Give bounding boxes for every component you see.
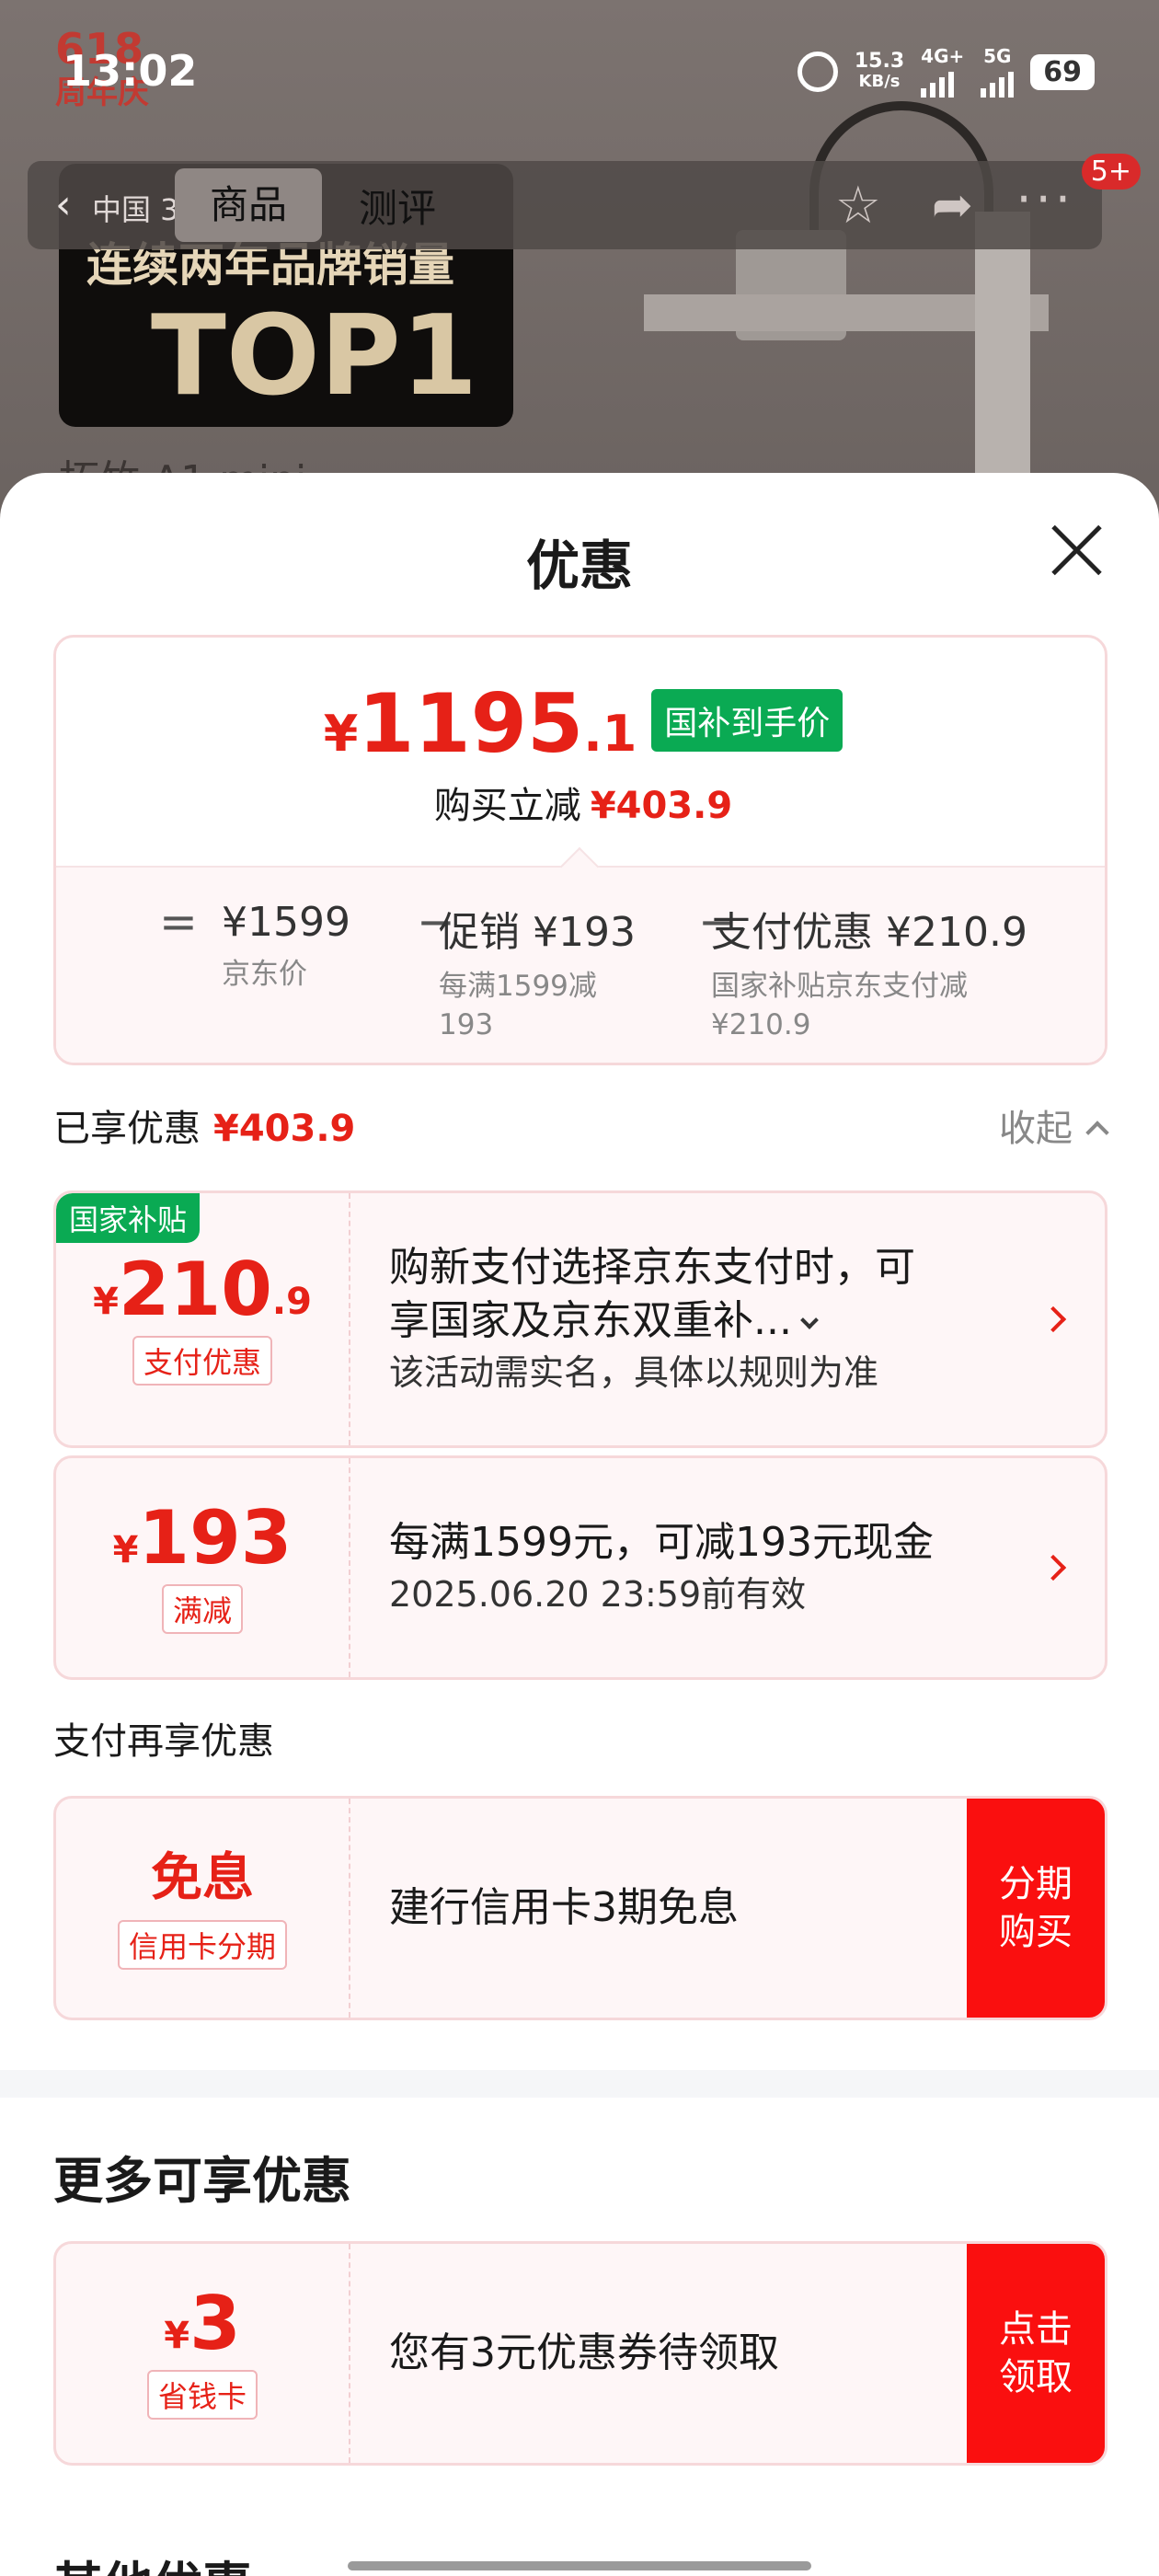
signal-bars-icon bbox=[921, 66, 964, 98]
equals-sign: = bbox=[159, 895, 198, 949]
tab-goods[interactable]: 商品 bbox=[175, 168, 322, 242]
subsidy-price-tag: 国补到手价 bbox=[651, 689, 843, 752]
coupon-amount: ¥ 193 bbox=[112, 1495, 293, 1581]
final-price: ¥ 1195 .1 bbox=[323, 676, 637, 771]
save-card-offer[interactable]: ¥ 3 省钱卡 您有3元优惠券待领取 点击 领取 bbox=[53, 2241, 1107, 2466]
home-indicator[interactable] bbox=[348, 2561, 811, 2570]
close-icon[interactable] bbox=[1047, 521, 1106, 580]
interest-free-title: 免息 bbox=[151, 1848, 254, 1908]
back-icon[interactable]: ‹ bbox=[55, 181, 72, 228]
network-5g: 5G bbox=[981, 46, 1015, 98]
price-breakdown: = ¥1599 京东价 − 促销 ¥193 每满1599减 193 − 支付优惠 … bbox=[56, 846, 1105, 1063]
chevron-right-icon[interactable] bbox=[1039, 1554, 1067, 1581]
promo-item: 促销 ¥193 每满1599减 193 bbox=[439, 909, 636, 1041]
battery-indicator: 69 bbox=[1030, 53, 1095, 90]
status-bar: 13:02 15.3 KB/s 4G+ 5G 69 bbox=[0, 0, 1159, 138]
chevron-right-icon[interactable] bbox=[1039, 1305, 1067, 1333]
breadcrumb: 中国 3 bbox=[92, 192, 179, 227]
share-icon[interactable]: ➦ bbox=[932, 176, 973, 234]
pay-more-label: 支付再享优惠 bbox=[53, 1720, 274, 1763]
chevron-up-icon bbox=[1085, 1121, 1109, 1144]
product-image[interactable] bbox=[589, 101, 1104, 488]
installment-buy-button[interactable]: 分期 购买 bbox=[967, 1799, 1105, 2018]
network-4g: 4G+ bbox=[921, 46, 964, 98]
favorite-star-icon[interactable]: ☆ bbox=[835, 176, 881, 236]
jd-price-item: ¥1599 京东价 bbox=[222, 899, 350, 991]
save-card-tag: 省钱卡 bbox=[146, 2370, 258, 2420]
save-card-description: 您有3元优惠券待领取 bbox=[389, 2329, 779, 2376]
coupon-description: 每满1599元，可减193元现金 bbox=[389, 1519, 934, 1566]
coupon-type-tag: 支付优惠 bbox=[132, 1336, 272, 1386]
more-offers-title: 更多可享优惠 bbox=[53, 2152, 351, 2210]
top-navbar: ‹ 中国 3 商品 测评 ☆ ➦ ··· 5+ bbox=[28, 154, 1141, 249]
national-subsidy-ribbon: 国家补贴 bbox=[56, 1193, 201, 1243]
chevron-down-icon[interactable] bbox=[800, 1311, 819, 1329]
instant-discount: 购买立减 ¥403.9 bbox=[433, 785, 733, 827]
signal-bars-icon bbox=[981, 66, 1015, 98]
coupon-description: 购新支付选择京东支付时，可 享国家及京东双重补... bbox=[389, 1244, 915, 1344]
coupon-type-tag: 满减 bbox=[161, 1584, 243, 1634]
payment-discount-item: 支付优惠 ¥210.9 国家补贴京东支付减 ¥210.9 bbox=[711, 909, 1027, 1041]
network-speed: 15.3 KB/s bbox=[854, 50, 905, 92]
coupon-expiry: 2025.06.20 23:59前有效 bbox=[389, 1574, 807, 1615]
collapse-toggle[interactable]: 收起 bbox=[999, 1098, 1109, 1152]
claim-coupon-button[interactable]: 点击 领取 bbox=[967, 2244, 1105, 2463]
banner-line2: TOP1 bbox=[151, 293, 478, 420]
coupon-amount: ¥ 210 .9 bbox=[93, 1247, 312, 1332]
coupon-amount: ¥ 3 bbox=[164, 2281, 241, 2366]
status-time: 13:02 bbox=[63, 46, 198, 96]
coupon-full-reduction[interactable]: ¥ 193 满减 每满1599元，可减193元现金 2025.06.20 23:… bbox=[53, 1455, 1107, 1680]
coupon-note: 该活动需实名，具体以规则为准 bbox=[389, 1352, 879, 1393]
other-offers-title: 其他优惠 bbox=[53, 2545, 252, 2576]
alarm-icon bbox=[797, 52, 838, 92]
sheet-title: 优惠 bbox=[525, 535, 633, 597]
credit-installment-tag: 信用卡分期 bbox=[117, 1920, 287, 1970]
price-summary-card: ¥ 1195 .1 国补到手价 购买立减 ¥403.9 = ¥1599 京东价 −… bbox=[53, 635, 1107, 1065]
coupon-payment-subsidy-card[interactable]: ¥ 210 .9 支付优惠 国家补贴 购新支付选择京东支付时，可 享国家及京东双… bbox=[53, 1190, 1107, 1448]
more-icon[interactable]: ··· bbox=[1016, 170, 1075, 228]
installment-description: 建行信用卡3期免息 bbox=[389, 1884, 739, 1931]
tab-review[interactable]: 测评 bbox=[359, 178, 436, 234]
message-badge: 5+ bbox=[1081, 154, 1141, 190]
product-page-background: 618 周年庆 连续两年品牌销量 TOP1 拓竹 A1 mini ‹ 中国 3 … bbox=[0, 0, 1159, 515]
enjoyed-discount: 已享优惠 ¥403.9 bbox=[53, 1108, 356, 1150]
section-divider bbox=[0, 2070, 1159, 2098]
installment-offer[interactable]: 免息 信用卡分期 建行信用卡3期免息 分期 购买 bbox=[53, 1796, 1107, 2020]
